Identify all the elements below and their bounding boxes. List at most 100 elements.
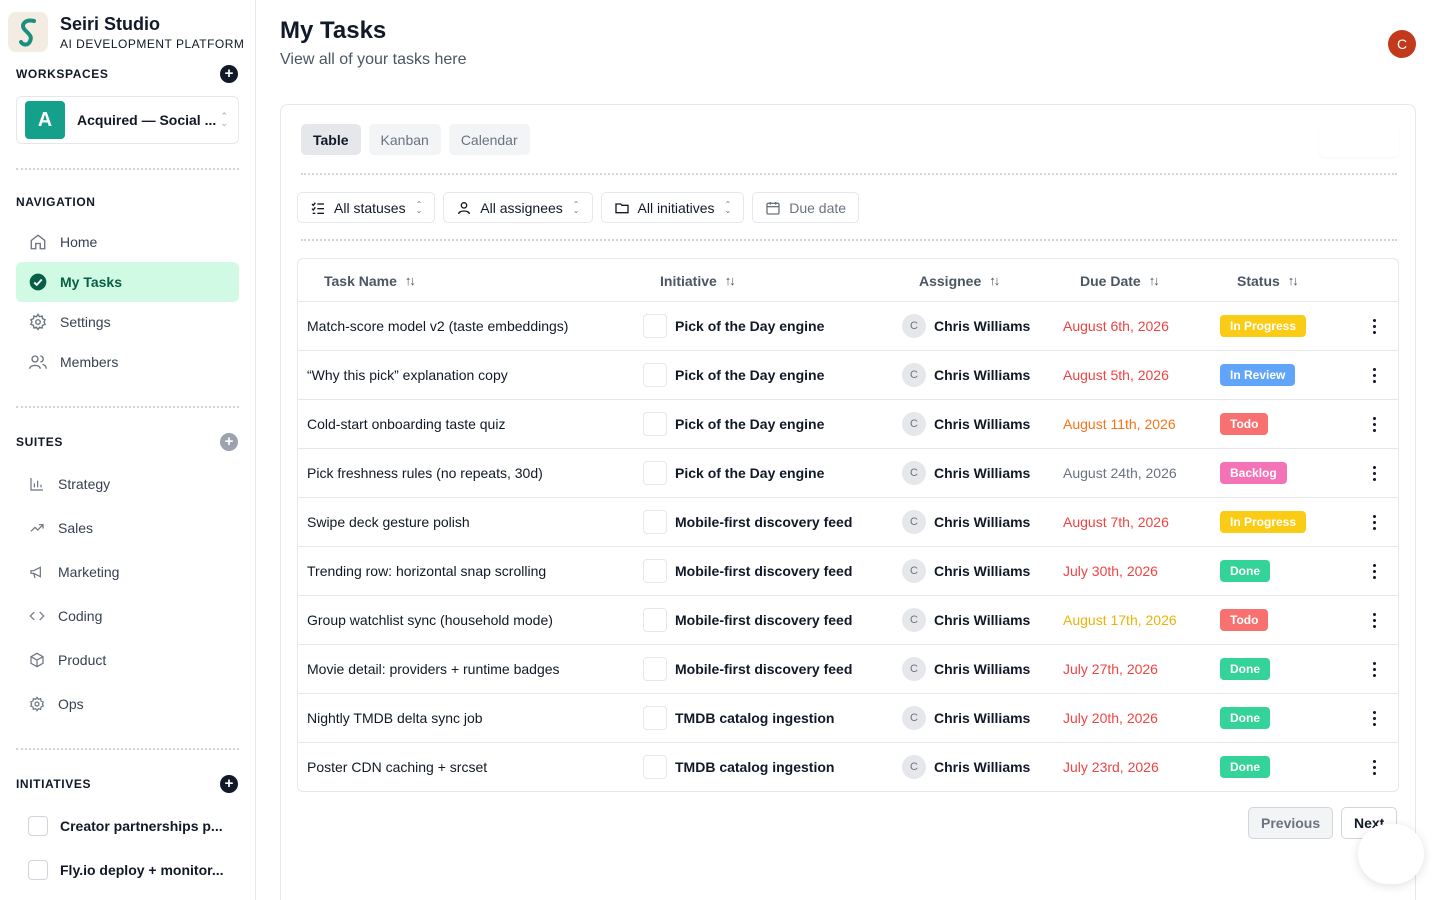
table-row[interactable]: Trending row: horizontal snap scrolling M… <box>298 547 1398 596</box>
column-header-task[interactable]: Task Name ↑↓ <box>324 259 416 302</box>
initiative-cell[interactable]: Mobile-first discovery feed <box>643 498 852 546</box>
status-cell[interactable]: Done <box>1220 694 1270 742</box>
status-cell[interactable]: Todo <box>1220 400 1269 448</box>
add-suite-button[interactable]: + <box>220 433 238 451</box>
initiative-filter[interactable]: All initiatives ⌃ ⌄ <box>600 192 745 223</box>
assignee-filter[interactable]: All assignees ⌃ ⌄ <box>443 192 593 223</box>
initiative-cell[interactable]: Pick of the Day engine <box>643 351 824 399</box>
add-initiative-button[interactable]: + <box>220 775 238 793</box>
row-menu-button[interactable] <box>1364 694 1384 742</box>
suite-item-label: Coding <box>58 608 103 624</box>
status-cell[interactable]: Done <box>1220 547 1270 595</box>
row-menu-button[interactable] <box>1364 498 1384 546</box>
column-header-due-date[interactable]: Due Date ↑↓ <box>1080 259 1160 302</box>
assignee-cell[interactable]: C Chris Williams <box>902 694 1030 742</box>
status-cell[interactable]: In Progress <box>1220 498 1307 546</box>
initiative-cell[interactable]: Mobile-first discovery feed <box>643 547 852 595</box>
add-workspace-button[interactable]: + <box>220 65 238 83</box>
task-name[interactable]: Cold-start onboarding taste quiz <box>307 400 505 448</box>
row-menu-button[interactable] <box>1364 645 1384 693</box>
initiative-cell[interactable]: Pick of the Day engine <box>643 449 824 497</box>
table-row[interactable]: Poster CDN caching + srcset TMDB catalog … <box>298 743 1398 791</box>
initiative-item[interactable]: Creator partnerships p... <box>16 808 239 844</box>
row-menu-button[interactable] <box>1364 596 1384 644</box>
task-name[interactable]: “Why this pick” explanation copy <box>307 351 508 399</box>
due-date-filter[interactable]: Due date <box>752 192 860 223</box>
due-date: August 6th, 2026 <box>1063 318 1169 334</box>
assignee-cell[interactable]: C Chris Williams <box>902 351 1030 399</box>
table-row[interactable]: Match-score model v2 (taste embeddings) P… <box>298 302 1398 351</box>
assignee-cell[interactable]: C Chris Williams <box>902 400 1030 448</box>
table-row[interactable]: Pick freshness rules (no repeats, 30d) Pi… <box>298 449 1398 498</box>
table-row[interactable]: Nightly TMDB delta sync job TMDB catalog … <box>298 694 1398 743</box>
workspace-selector[interactable]: A Acquired — Social ... ⌃ ⌄ <box>16 96 239 144</box>
table-row[interactable]: Swipe deck gesture polish Mobile-first di… <box>298 498 1398 547</box>
task-name[interactable]: Pick freshness rules (no repeats, 30d) <box>307 449 543 497</box>
initiative-cell[interactable]: Pick of the Day engine <box>643 400 824 448</box>
tab-table[interactable]: Table <box>301 124 361 155</box>
suite-item-marketing[interactable]: Marketing <box>16 552 239 592</box>
toolbar-action-button[interactable] <box>1319 127 1399 157</box>
brand[interactable]: Seiri Studio AI DEVELOPMENT PLATFORM <box>8 12 244 52</box>
initiative-cell[interactable]: TMDB catalog ingestion <box>643 743 834 791</box>
column-header-initiative[interactable]: Initiative ↑↓ <box>660 259 736 302</box>
sort-icon: ↑↓ <box>989 273 1000 288</box>
row-menu-button[interactable] <box>1364 351 1384 399</box>
nav-item-members[interactable]: Members <box>16 342 239 382</box>
status-cell[interactable]: In Progress <box>1220 302 1307 350</box>
initiative-cell[interactable]: Mobile-first discovery feed <box>643 645 852 693</box>
task-name[interactable]: Group watchlist sync (household mode) <box>307 596 553 644</box>
table-row[interactable]: Movie detail: providers + runtime badges… <box>298 645 1398 694</box>
table-row[interactable]: “Why this pick” explanation copy Pick of … <box>298 351 1398 400</box>
assignee-cell[interactable]: C Chris Williams <box>902 498 1030 546</box>
row-menu-button[interactable] <box>1364 449 1384 497</box>
column-header-assignee[interactable]: Assignee ↑↓ <box>919 259 1000 302</box>
suite-item-product[interactable]: Product <box>16 640 239 680</box>
initiative-item[interactable]: Fly.io deploy + monitor... <box>16 852 239 888</box>
nav-item-my-tasks[interactable]: My Tasks <box>16 262 239 302</box>
status-cell[interactable]: Backlog <box>1220 449 1287 497</box>
assignee-cell[interactable]: C Chris Williams <box>902 547 1030 595</box>
user-avatar[interactable]: C <box>1388 30 1416 58</box>
assignee-cell[interactable]: C Chris Williams <box>902 596 1030 644</box>
assignee-cell[interactable]: C Chris Williams <box>902 743 1030 791</box>
status-cell[interactable]: In Review <box>1220 351 1296 399</box>
initiative-cell[interactable]: TMDB catalog ingestion <box>643 694 834 742</box>
assignee-cell[interactable]: C Chris Williams <box>902 449 1030 497</box>
task-name[interactable]: Nightly TMDB delta sync job <box>307 694 483 742</box>
task-name[interactable]: Trending row: horizontal snap scrolling <box>307 547 546 595</box>
row-menu-button[interactable] <box>1364 743 1384 791</box>
status-cell[interactable]: Todo <box>1220 596 1269 644</box>
task-name[interactable]: Match-score model v2 (taste embeddings) <box>307 302 568 350</box>
tasks-table: Task Name ↑↓ Initiative ↑↓ Assignee ↑↓ Due … <box>297 258 1399 792</box>
initiative-cell[interactable]: Pick of the Day engine <box>643 302 824 350</box>
task-name[interactable]: Swipe deck gesture polish <box>307 498 470 546</box>
status-cell[interactable]: Done <box>1220 743 1270 791</box>
suite-item-sales[interactable]: Sales <box>16 508 239 548</box>
assignee-cell[interactable]: C Chris Williams <box>902 645 1030 693</box>
chat-bubble-button[interactable] <box>1358 824 1424 884</box>
status-filter[interactable]: All statuses ⌃ ⌄ <box>297 192 436 223</box>
nav-item-home[interactable]: Home <box>16 222 239 262</box>
table-row[interactable]: Cold-start onboarding taste quiz Pick of … <box>298 400 1398 449</box>
nav-item-settings[interactable]: Settings <box>16 302 239 342</box>
previous-page-button[interactable]: Previous <box>1248 807 1334 839</box>
initiative-name: TMDB catalog ingestion <box>675 710 835 726</box>
row-menu-button[interactable] <box>1364 302 1384 350</box>
suite-item-ops[interactable]: Ops <box>16 684 239 724</box>
table-row[interactable]: Group watchlist sync (household mode) Mob… <box>298 596 1398 645</box>
suite-item-coding[interactable]: Coding <box>16 596 239 636</box>
tab-kanban[interactable]: Kanban <box>368 124 441 155</box>
column-header-status[interactable]: Status ↑↓ <box>1237 259 1299 302</box>
workspace-name: Acquired — Social ... <box>77 112 217 128</box>
assignee-cell[interactable]: C Chris Williams <box>902 302 1030 350</box>
suite-item-label: Marketing <box>58 564 120 580</box>
initiative-cell[interactable]: Mobile-first discovery feed <box>643 596 852 644</box>
suite-item-strategy[interactable]: Strategy <box>16 464 239 504</box>
status-cell[interactable]: Done <box>1220 645 1270 693</box>
task-name[interactable]: Movie detail: providers + runtime badges <box>307 645 560 693</box>
tab-calendar[interactable]: Calendar <box>448 124 530 155</box>
row-menu-button[interactable] <box>1364 547 1384 595</box>
row-menu-button[interactable] <box>1364 400 1384 448</box>
task-name[interactable]: Poster CDN caching + srcset <box>307 743 487 791</box>
